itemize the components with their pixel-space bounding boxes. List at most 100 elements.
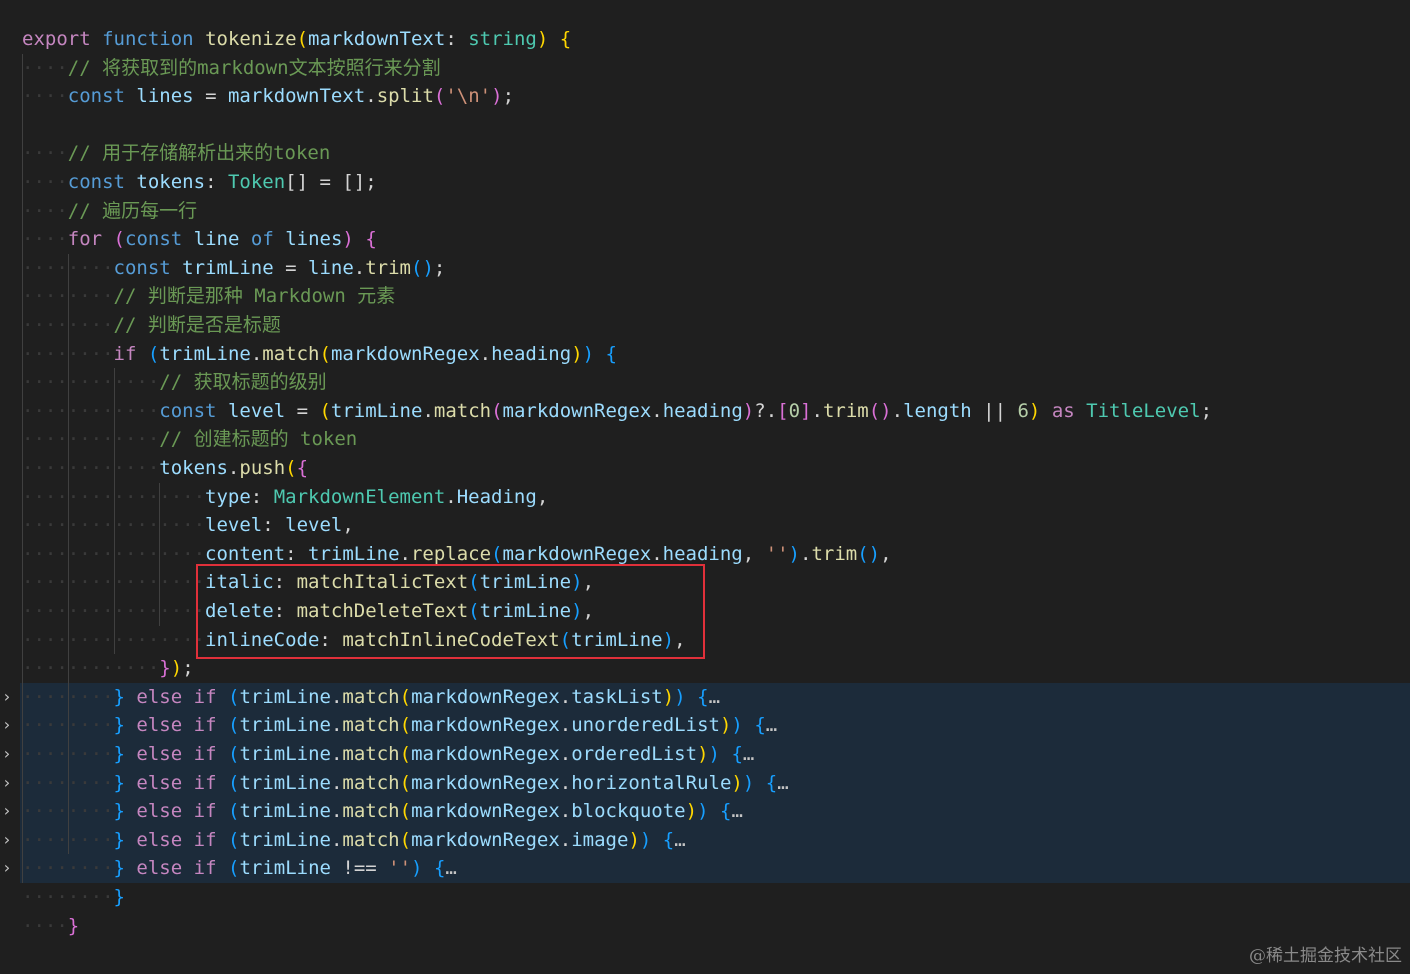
indent-guide — [22, 53, 23, 883]
code-token: . — [559, 771, 572, 794]
code-token: ) — [719, 714, 732, 737]
folded-code-line[interactable]: › ········} else if (trimLine.match(markd… — [2, 825, 1410, 855]
code-line[interactable]: ····for (const line of lines) { — [0, 225, 1410, 254]
code-token: ) — [708, 743, 720, 765]
code-token: = — [193, 85, 228, 108]
code-line[interactable]: ············tokens.push({ — [0, 454, 1410, 483]
code-token: trimLine — [330, 399, 423, 422]
code-token: . — [330, 771, 343, 794]
code-token: MarkdownElement — [273, 485, 446, 508]
code-token: ( — [399, 685, 412, 708]
fold-chevron-icon[interactable]: › — [2, 826, 16, 855]
code-line[interactable]: ····// 遍历每一行 — [0, 197, 1410, 226]
fold-chevron-icon[interactable]: › — [2, 740, 16, 769]
code-token: Token — [227, 171, 286, 193]
code-text: ················level: level, — [22, 511, 354, 540]
code-token: content — [205, 542, 286, 565]
code-token: if — [193, 828, 217, 851]
code-token: … — [731, 800, 743, 823]
code-token: . — [559, 800, 572, 823]
code-text: ····// 遍历每一行 — [22, 197, 197, 226]
fold-chevron-icon[interactable]: › — [2, 854, 16, 883]
code-line[interactable]: ········} — [0, 883, 1410, 912]
code-line[interactable]: export function tokenize(markdownText: s… — [0, 25, 1410, 54]
fold-chevron-icon[interactable]: › — [2, 797, 16, 826]
indent-whitespace: ···· — [22, 171, 68, 193]
code-token: ( — [113, 228, 125, 251]
code-line[interactable]: ············// 创建标题的 token — [0, 425, 1410, 454]
code-token: markdownRegex — [502, 542, 652, 565]
code-token: tokenize — [205, 28, 297, 50]
code-token: } — [113, 743, 125, 765]
code-line[interactable]: ····// 将获取到的markdown文本按照行来分割 — [0, 54, 1410, 83]
code-token: } — [159, 657, 171, 680]
fold-chevron-icon[interactable]: › — [2, 711, 16, 740]
code-token: , — [880, 542, 892, 565]
indent-whitespace: ···· — [22, 228, 68, 251]
code-line[interactable]: ········// 判断是那种 Markdown 元素 — [0, 282, 1410, 311]
fold-chevron-icon[interactable]: › — [2, 769, 16, 798]
code-editor[interactable]: export function tokenize(markdownText: s… — [0, 0, 1410, 974]
folded-code-line[interactable]: › ········} else if (trimLine.match(markd… — [2, 797, 1410, 826]
code-token: blockquote — [571, 800, 686, 823]
code-line[interactable]: ················type: MarkdownElement.He… — [0, 483, 1410, 512]
code-line[interactable]: ········// 判断是否是标题 — [0, 311, 1410, 340]
code-token: , — [342, 514, 354, 537]
code-token: TitleLevel — [1086, 399, 1201, 422]
folded-code-line[interactable]: › ········} else if (trimLine.match(markd… — [2, 768, 1410, 798]
code-token: ; — [502, 85, 515, 108]
code-token: // 获取标题的级别 — [159, 371, 327, 394]
code-line[interactable]: ····const tokens: Token[] = []; — [0, 168, 1410, 197]
code-token: ( — [399, 828, 412, 851]
code-line[interactable]: ····// 用于存储解析出来的token — [0, 139, 1410, 168]
code-line[interactable]: ················level: level, — [0, 511, 1410, 540]
folded-code-line[interactable]: › ········} else if (trimLine.match(markd… — [2, 740, 1410, 769]
code-line[interactable]: ············// 获取标题的级别 — [0, 368, 1410, 397]
code-token: { — [433, 857, 446, 880]
code-token: replace — [410, 542, 492, 565]
code-token: … — [445, 857, 457, 880]
code-token: markdownRegex — [411, 743, 560, 765]
code-token: 6 — [1017, 399, 1029, 422]
code-line[interactable] — [0, 111, 1410, 140]
code-token: image — [571, 828, 629, 851]
code-token: : — [262, 514, 286, 537]
code-token: ( — [227, 771, 240, 794]
code-line[interactable]: ············const level = (trimLine.matc… — [0, 397, 1410, 426]
code-line[interactable]: ········if (trimLine.match(markdownRegex… — [0, 340, 1410, 369]
code-token: function — [102, 28, 194, 50]
code-token: ; — [1200, 399, 1213, 422]
code-token: match — [342, 800, 400, 823]
code-token: . — [559, 714, 572, 737]
folded-code-line[interactable]: › ········} else if (trimLine.match(markd… — [2, 711, 1410, 740]
code-token: ) — [731, 714, 743, 737]
code-token: else — [136, 828, 183, 851]
code-token: ( — [227, 857, 240, 880]
code-token: const — [67, 85, 125, 108]
code-line[interactable]: ········const trimLine = line.trim(); — [0, 254, 1410, 283]
fold-chevron-icon[interactable]: › — [2, 683, 16, 712]
watermark: @稀土掘金技术社区 — [1249, 946, 1402, 966]
code-token: { — [754, 714, 766, 737]
code-text: ········} else if (trimLine.match(markdo… — [22, 683, 720, 712]
code-token: … — [674, 828, 686, 851]
code-token: . — [559, 685, 572, 708]
code-line[interactable]: ····} — [0, 912, 1410, 941]
code-line[interactable]: ····const lines = markdownText.split('\n… — [0, 82, 1410, 111]
folded-code-line[interactable]: › ········} else if (trimLine !== '') {… — [2, 854, 1410, 883]
code-token: match — [342, 685, 400, 708]
folded-code-line[interactable]: › ········} else if (trimLine.match(markd… — [2, 682, 1410, 712]
code-token: ) — [491, 85, 503, 108]
code-token: . — [365, 85, 377, 108]
